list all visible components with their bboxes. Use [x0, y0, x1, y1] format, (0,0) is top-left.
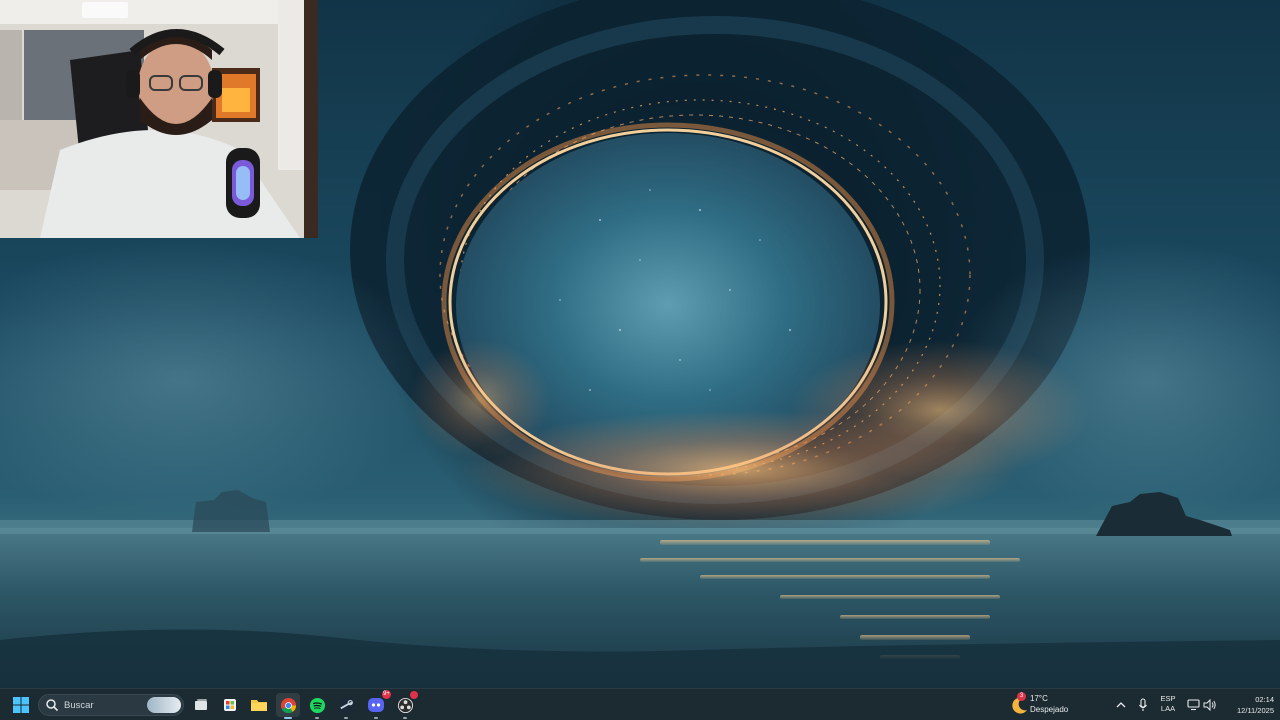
discord-icon[interactable]: 9+: [364, 690, 391, 719]
file-explorer-icon[interactable]: [247, 693, 271, 717]
weather-widget[interactable]: 3 17°C Despejado: [1008, 692, 1088, 718]
microphone-icon[interactable]: [1134, 693, 1152, 717]
weather-badge: 3: [1017, 692, 1026, 701]
language-line2: LAA: [1160, 704, 1176, 713]
webcam-overlay: [0, 0, 318, 238]
language-indicator[interactable]: ESP LAA: [1156, 694, 1180, 716]
language-line1: ESP: [1160, 694, 1176, 703]
weather-condition: Despejado: [1030, 705, 1069, 714]
chrome-icon[interactable]: [276, 693, 300, 719]
volume-icon[interactable]: [1201, 693, 1219, 717]
obs-icon[interactable]: [393, 691, 418, 719]
search-highlight-image: [147, 697, 181, 713]
clock-time: 02:14: [1255, 695, 1274, 704]
search-placeholder: Buscar: [64, 699, 94, 711]
chevron-up-icon[interactable]: [1112, 693, 1130, 717]
steam-icon[interactable]: [334, 693, 358, 719]
task-view-icon[interactable]: [189, 693, 213, 717]
search-input[interactable]: Buscar: [38, 694, 184, 716]
discord-badge: 9+: [382, 690, 391, 699]
obs-badge: [410, 691, 418, 699]
weather-temperature: 17°C: [1030, 694, 1048, 703]
desktop-wallpaper: [0, 0, 1280, 688]
spotify-icon[interactable]: [305, 693, 329, 719]
taskbar: Buscar 9+ 3 17°C Despejado ESP LAA 02:14…: [0, 688, 1280, 720]
clock-date: 12/11/2025: [1237, 706, 1274, 715]
system-clock[interactable]: 02:14 12/11/2025: [1220, 694, 1274, 716]
search-icon: [46, 699, 59, 712]
network-icon[interactable]: [1184, 693, 1202, 717]
store-app-icon[interactable]: [218, 693, 242, 717]
windows-start-icon[interactable]: [9, 693, 33, 717]
